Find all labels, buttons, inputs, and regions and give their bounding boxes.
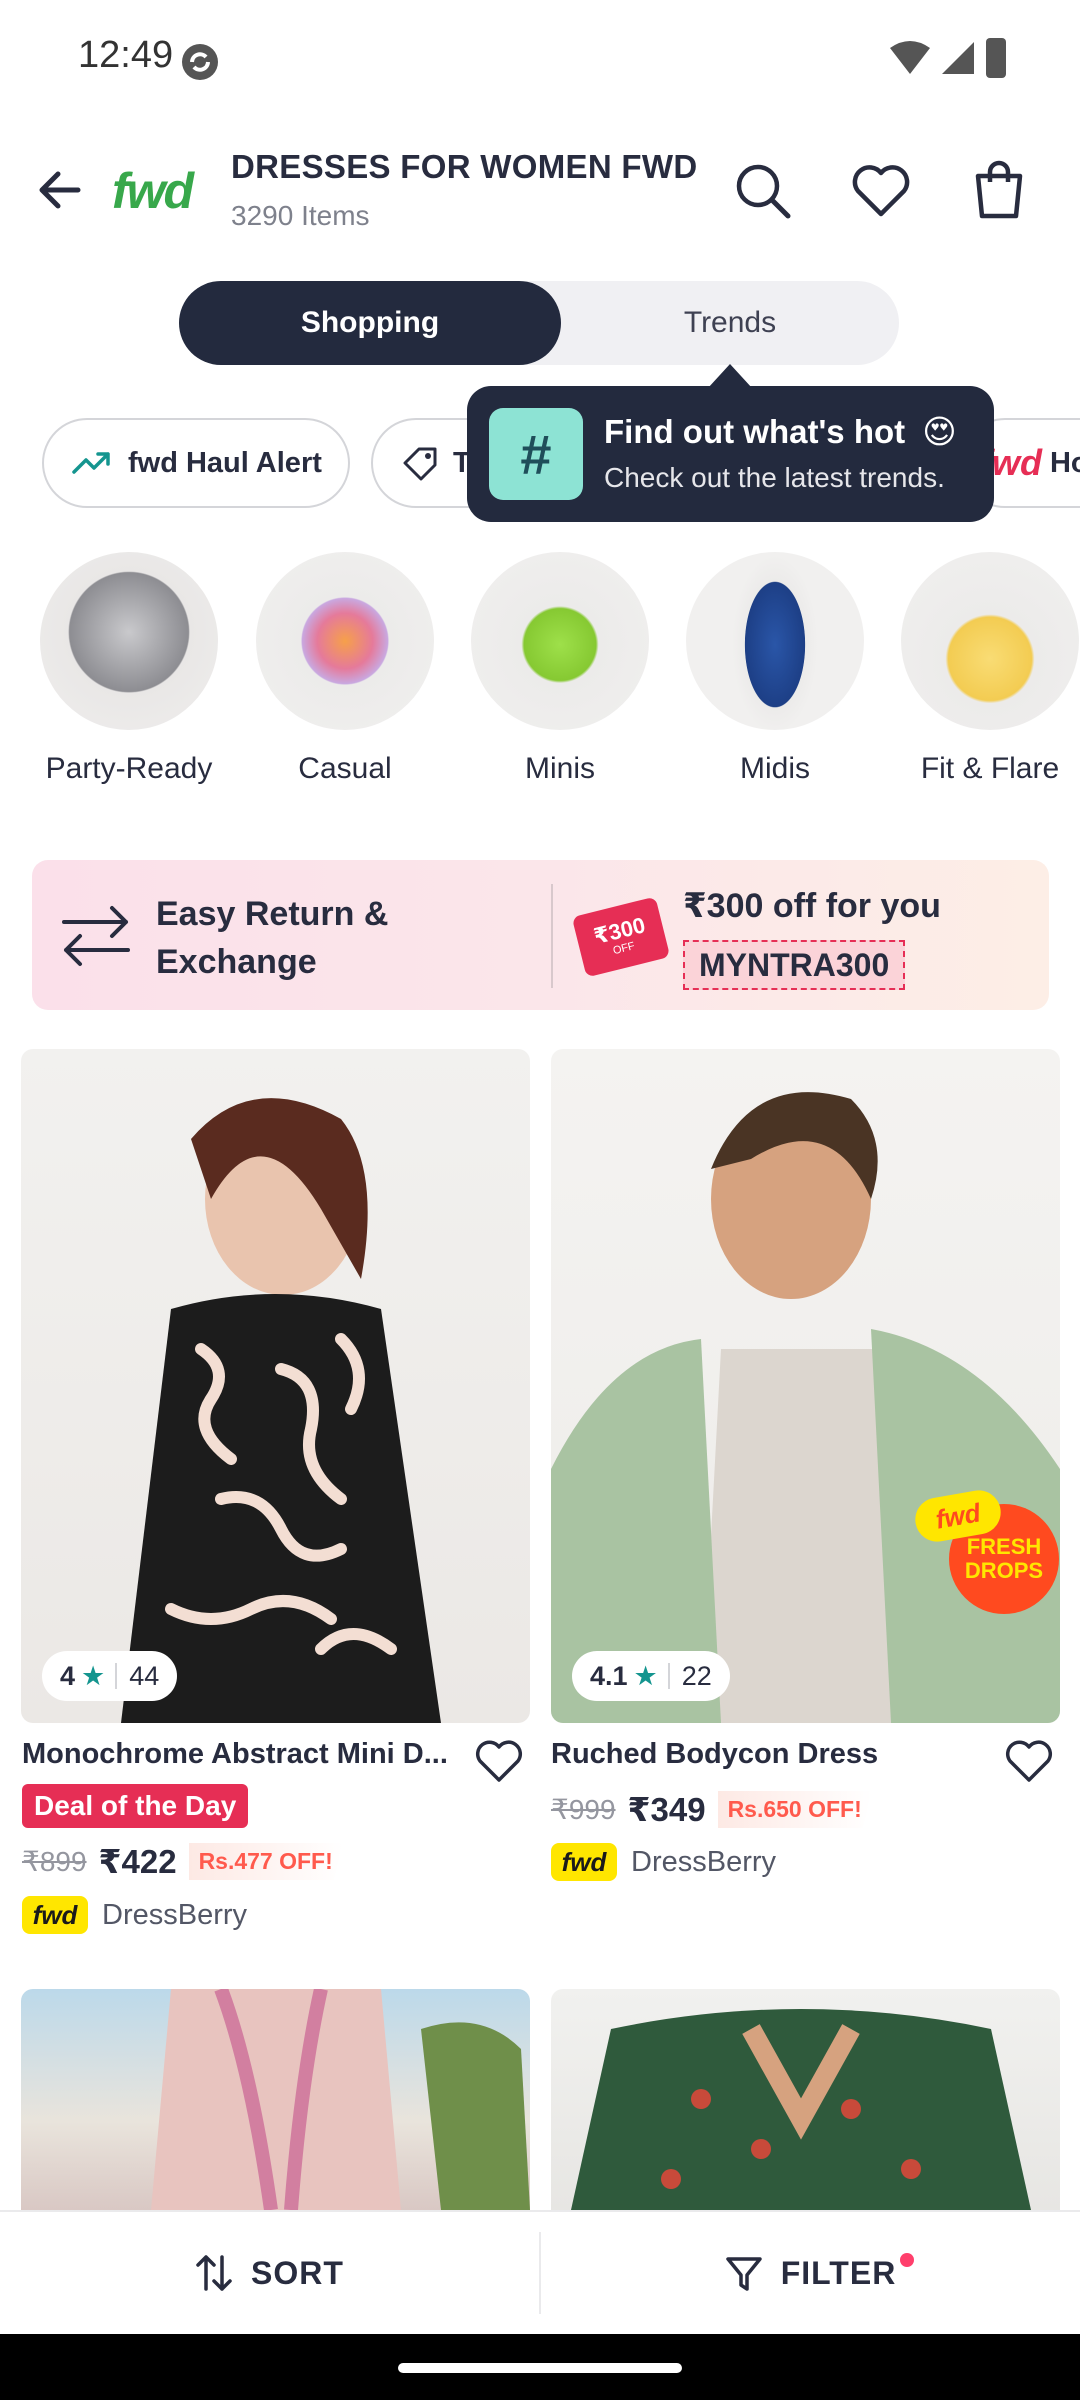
discount-badge: Rs.477 OFF! <box>188 1843 343 1880</box>
mrp: ₹899 <box>22 1846 87 1877</box>
category-image <box>40 552 218 730</box>
model-photo-illustration <box>121 1098 441 1723</box>
wishlist-heart-icon[interactable] <box>472 1736 526 1786</box>
product-image[interactable] <box>551 1989 1060 2210</box>
rating-badge: 4.1 ★ 22 <box>572 1651 730 1701</box>
trending-up-icon <box>72 448 112 478</box>
home-gesture-pill[interactable] <box>398 2363 682 2373</box>
deal-of-the-day-badge: Deal of the Day <box>22 1784 249 1828</box>
back-arrow-icon[interactable] <box>30 160 90 220</box>
rating-value: 4.1 <box>590 1660 628 1691</box>
wifi-icon <box>888 40 932 76</box>
brand-name: DressBerry <box>631 1845 777 1878</box>
battery-icon <box>986 38 1006 78</box>
fwd-brand-badge: fwd <box>551 1843 617 1881</box>
offer-text: ₹300 off for you <box>683 887 941 925</box>
fwd-brand-badge: fwd <box>22 1896 88 1934</box>
category-label: Fit & Flare <box>920 752 1060 785</box>
sort-label: SORT <box>251 2254 344 2291</box>
category-label: Midis <box>739 752 810 785</box>
shopping-bag-icon[interactable] <box>966 156 1032 222</box>
category-label: Minis <box>524 752 595 785</box>
discount-badge: Rs.650 OFF! <box>717 1791 872 1828</box>
brand-row: fwd DressBerry <box>22 1896 247 1934</box>
product-image[interactable] <box>21 1049 530 1723</box>
rating-divider <box>667 1663 670 1689</box>
fwd-logo: fwd <box>112 163 194 219</box>
category-casual[interactable] <box>256 552 434 730</box>
tooltip-arrow <box>708 364 752 388</box>
tab-shopping[interactable]: Shopping <box>179 281 561 365</box>
category-label: Casual <box>298 752 392 785</box>
mrp: ₹999 <box>551 1794 616 1825</box>
rating-value: 4 <box>60 1660 76 1691</box>
category-minis[interactable] <box>471 552 649 730</box>
tooltip-title: Find out what's hot 😍 <box>604 412 957 451</box>
brand-name: DressBerry <box>102 1898 248 1931</box>
price: ₹349 <box>627 1791 706 1828</box>
signal-icon <box>940 40 976 76</box>
filter-button[interactable]: FILTER <box>541 2212 1080 2334</box>
category-midis[interactable] <box>686 552 864 730</box>
category-image <box>686 552 864 730</box>
sort-button[interactable]: SORT <box>0 2212 539 2334</box>
product-name[interactable]: Monochrome Abstract Mini D... <box>22 1738 452 1771</box>
model-photo-illustration <box>551 1092 1060 1723</box>
page-title: DRESSES FOR WOMEN FWD <box>231 148 698 185</box>
price: ₹422 <box>98 1843 177 1880</box>
star-icon: ★ <box>81 1660 106 1691</box>
easy-return-text: Easy Return & Exchange <box>156 895 389 981</box>
hashtag-icon: # <box>489 408 583 500</box>
chip-label: fwd Haul Alert <box>128 446 322 479</box>
wishlist-heart-icon[interactable] <box>848 158 914 224</box>
filter-active-dot <box>900 2253 914 2267</box>
return-exchange-icon <box>56 900 136 972</box>
sticker-brand: fwd <box>933 1496 983 1535</box>
star-icon: ★ <box>633 1660 658 1691</box>
price-row: ₹899 ₹422 Rs.477 OFF! <box>22 1842 343 1881</box>
rating-badge: 4 ★ 44 <box>42 1651 178 1701</box>
sticker-text: FRESH DROPS <box>964 1534 1044 1583</box>
category-fit-flare[interactable] <box>901 552 1079 730</box>
filter-icon <box>725 2253 763 2293</box>
tooltip-title-text: Find out what's hot <box>604 413 906 450</box>
category-image <box>901 552 1079 730</box>
category-image <box>256 552 434 730</box>
fresh-drops-sticker: FRESH DROPS fwd <box>911 1486 1061 1616</box>
coupon-code[interactable]: MYNTRA300 <box>683 940 906 990</box>
chip-label: Ho <box>1049 446 1080 479</box>
filter-label: FILTER <box>780 2254 897 2291</box>
model-photo-illustration <box>151 1989 530 2210</box>
app-screen: 12:49 fwd DRESSES FOR WOMEN FWD 3290 Ite… <box>0 0 1080 2400</box>
category-image <box>471 552 649 730</box>
tab-trends[interactable]: Trends <box>561 281 899 365</box>
product-image[interactable] <box>21 1989 530 2210</box>
tooltip-subtitle: Check out the latest trends. <box>604 462 945 493</box>
rating-divider <box>115 1663 118 1689</box>
price-row: ₹999 ₹349 Rs.650 OFF! <box>551 1790 872 1829</box>
sort-icon <box>195 2253 233 2293</box>
review-count: 22 <box>681 1660 712 1691</box>
product-image[interactable] <box>551 1049 1060 1723</box>
category-label: Party-Ready <box>45 752 213 785</box>
brand-row: fwd DressBerry <box>551 1843 776 1881</box>
product-name[interactable]: Ruched Bodycon Dress <box>551 1738 981 1771</box>
wishlist-heart-icon[interactable] <box>1002 1736 1056 1786</box>
chip-fwd-haul-alert[interactable]: fwd Haul Alert <box>42 418 350 508</box>
category-party-ready[interactable] <box>40 552 218 730</box>
sync-icon <box>178 40 222 84</box>
tag-icon <box>401 445 441 481</box>
heart-eyes-emoji: 😍 <box>922 413 957 450</box>
item-count: 3290 Items <box>231 200 370 231</box>
banner-divider <box>551 884 553 988</box>
review-count: 44 <box>129 1660 160 1691</box>
search-icon[interactable] <box>730 158 796 224</box>
status-time: 12:49 <box>78 34 174 76</box>
model-photo-illustration <box>571 2009 1031 2210</box>
